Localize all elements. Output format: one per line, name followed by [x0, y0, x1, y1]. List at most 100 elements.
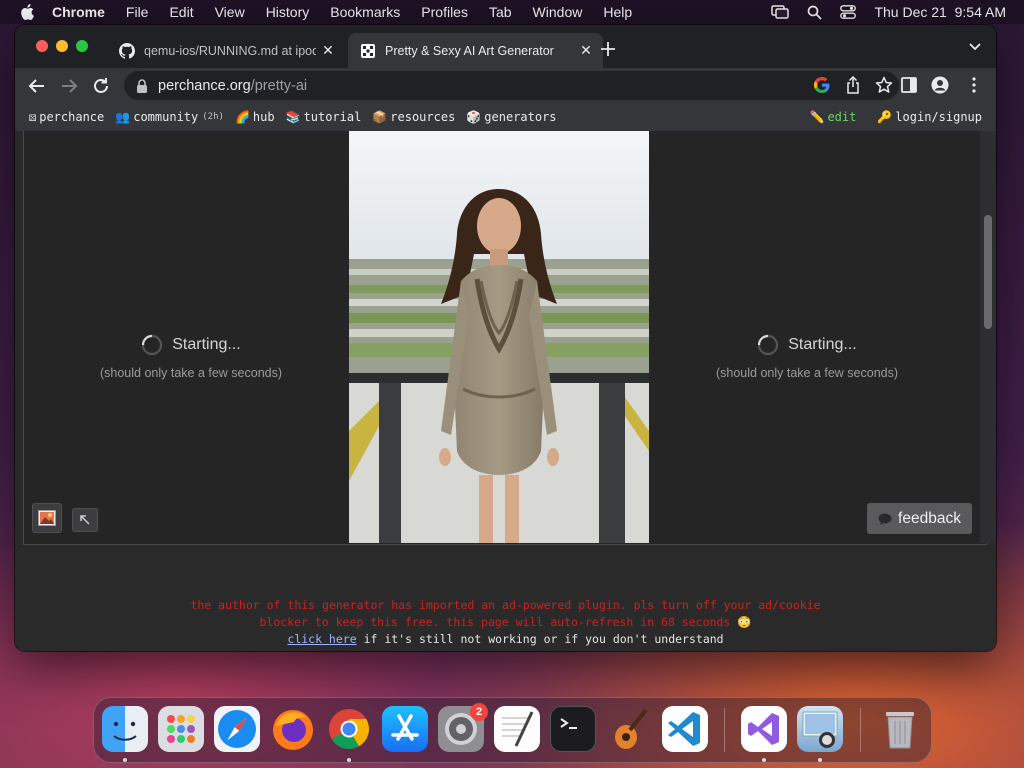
gallery-button[interactable] [32, 503, 62, 533]
firefox-icon[interactable] [270, 706, 316, 752]
chrome-menu-icon[interactable] [965, 76, 983, 94]
menu-bookmarks[interactable]: Bookmarks [330, 4, 400, 20]
bookmark-generators[interactable]: 🎲 generators [466, 110, 556, 124]
perchance-icon [361, 43, 375, 58]
tab-close-icon[interactable]: ✕ [321, 43, 335, 57]
vscode-icon[interactable] [662, 706, 708, 752]
menu-app-chrome[interactable]: Chrome [52, 4, 105, 20]
control-center-icon[interactable] [840, 5, 857, 19]
status-text: Starting... [788, 336, 857, 353]
bookmark-perchance[interactable]: ⚄ perchance [29, 110, 104, 124]
scrollbar-thumb[interactable] [984, 215, 992, 329]
chrome-icon[interactable] [326, 706, 372, 752]
spotlight-search-icon[interactable] [807, 5, 823, 20]
visual-studio-icon[interactable] [741, 706, 787, 752]
edit-label: edit [827, 110, 857, 124]
running-indicator [762, 758, 766, 762]
tab-strip: qemu-ios/RUNNING.md at ipod ✕ Pretty & S… [15, 25, 996, 68]
feedback-button[interactable]: feedback [867, 503, 972, 534]
launchpad-icon[interactable] [158, 706, 204, 752]
ad-notice: the author of this generator has importe… [15, 597, 996, 648]
bookmark-tutorial[interactable]: 📚 tutorial [286, 110, 362, 124]
window-minimize-button[interactable] [56, 40, 68, 52]
trash-icon[interactable] [877, 706, 923, 752]
menu-bar: Chrome File Edit View History Bookmarks … [0, 0, 1024, 24]
bookmark-label: community [133, 110, 199, 124]
menu-help[interactable]: Help [603, 4, 632, 20]
bookmark-label: perchance [39, 110, 105, 124]
tab-title: qemu-ios/RUNNING.md at ipod [144, 43, 316, 58]
click-here-link[interactable]: click here [287, 632, 356, 646]
tab-close-icon[interactable]: ✕ [579, 43, 593, 57]
apple-menu-icon[interactable] [20, 4, 34, 20]
loading-spinner-icon [142, 334, 163, 356]
bookmark-community[interactable]: 👥 community (2h) [115, 110, 224, 124]
terminal-icon[interactable] [550, 706, 596, 752]
site-info-icon[interactable] [136, 78, 148, 93]
books-icon: 📚 [285, 110, 301, 124]
finder-icon[interactable] [102, 706, 148, 752]
die-icon: 🎲 [466, 110, 482, 124]
pencil-icon: ✏️ [809, 110, 825, 124]
side-panel-icon[interactable] [900, 76, 918, 94]
feedback-label: feedback [898, 509, 961, 527]
speech-bubble-icon [878, 513, 892, 525]
address-bar[interactable]: perchance.org/pretty-ai [124, 71, 899, 100]
bookmark-label: hub [252, 110, 275, 124]
app-store-icon[interactable] [382, 706, 428, 752]
expand-arrow-icon [80, 515, 90, 525]
back-arrow-icon[interactable] [27, 76, 47, 96]
bookmarks-bar: ⚄ perchance 👥 community (2h) 🌈 hub 📚 tutorial… [15, 103, 996, 131]
reload-icon[interactable] [91, 76, 111, 96]
tab-perchance[interactable]: Pretty & Sexy AI Art Generator ✕ [348, 33, 603, 68]
profile-avatar-icon[interactable] [931, 76, 949, 94]
window-zoom-button[interactable] [76, 40, 88, 52]
url-host: perchance.org [158, 77, 251, 94]
new-tab-icon[interactable] [599, 40, 617, 58]
menu-profiles[interactable]: Profiles [421, 4, 468, 20]
scrollbar[interactable] [980, 131, 996, 543]
status-text: Starting... [172, 336, 241, 353]
status-subtext: (should only take a few seconds) [715, 366, 899, 380]
menu-file[interactable]: File [126, 4, 149, 20]
google-icon[interactable] [813, 76, 831, 94]
running-indicator [123, 758, 127, 762]
generated-image-picture [349, 131, 649, 543]
running-indicator [347, 758, 351, 762]
menu-tab[interactable]: Tab [489, 4, 512, 20]
picture-icon [38, 510, 56, 526]
window-close-button[interactable] [36, 40, 48, 52]
menu-clock[interactable]: Thu Dec 21 9:54 AM [874, 4, 1006, 20]
dock-separator [860, 708, 861, 752]
bookmark-label: generators [484, 110, 557, 124]
safari-icon[interactable] [214, 706, 260, 752]
generator-frame: Starting... (should only take a few seco… [23, 131, 996, 545]
screen-mirroring-icon[interactable] [771, 5, 790, 19]
menu-window[interactable]: Window [533, 4, 583, 20]
bookmark-note: (2h) [202, 112, 224, 122]
garageband-icon[interactable] [606, 706, 652, 752]
textedit-icon[interactable] [494, 706, 540, 752]
menu-history[interactable]: History [266, 4, 310, 20]
preview-icon[interactable] [797, 706, 843, 752]
login-link[interactable]: 🔑 login/signup [877, 110, 982, 124]
key-icon: 🔑 [877, 110, 893, 124]
url-text[interactable]: perchance.org/pretty-ai [158, 78, 307, 94]
bookmark-star-icon[interactable] [875, 76, 893, 94]
dice-icon: ⚄ [29, 110, 37, 124]
menu-view[interactable]: View [215, 4, 245, 20]
tab-github[interactable]: qemu-ios/RUNNING.md at ipod ✕ [107, 33, 345, 68]
share-icon[interactable] [845, 76, 861, 94]
generated-image[interactable] [349, 131, 649, 543]
expand-button[interactable] [72, 508, 98, 532]
menu-edit[interactable]: Edit [169, 4, 193, 20]
notice-line-3: if it's still not working or if you don'… [356, 632, 724, 646]
starting-status: Starting... (should only take a few seco… [41, 334, 341, 380]
tab-search-chevron-icon[interactable] [968, 41, 982, 53]
forward-arrow-icon[interactable] [59, 76, 79, 96]
bookmark-resources[interactable]: 📦 resources [372, 110, 455, 124]
edit-link[interactable]: ✏️ edit [809, 110, 856, 124]
image-panel-right: Starting... (should only take a few seco… [657, 131, 957, 543]
bookmark-hub[interactable]: 🌈 hub [235, 110, 275, 124]
rainbow-icon: 🌈 [234, 110, 250, 124]
